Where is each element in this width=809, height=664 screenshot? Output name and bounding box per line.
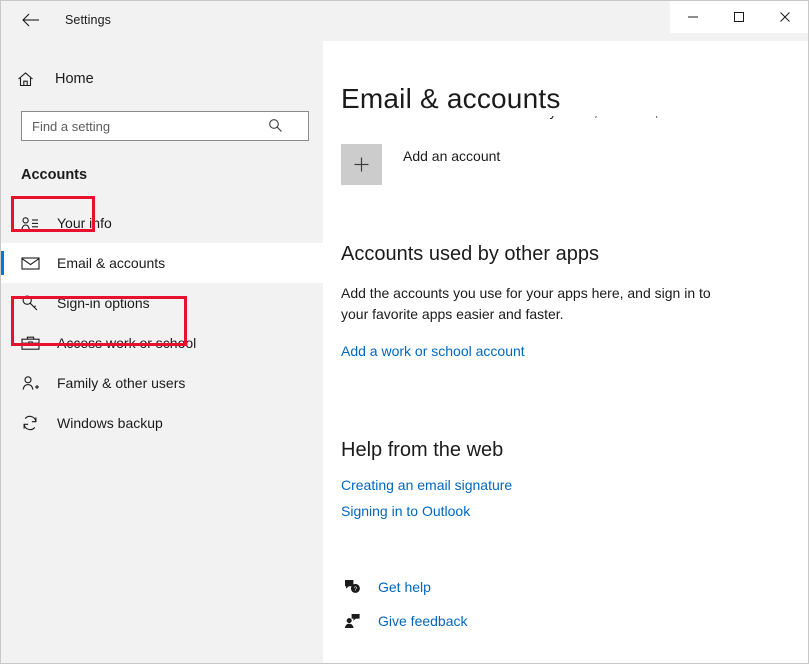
- sidebar: Home Accounts: [1, 41, 323, 663]
- give-feedback-link[interactable]: Give feedback: [378, 613, 468, 629]
- page-title: Email & accounts: [341, 82, 808, 116]
- settings-window: Settings: [0, 0, 809, 664]
- sidebar-item-label: Your info: [57, 215, 112, 231]
- question-bubble-icon: ?: [341, 579, 363, 595]
- plus-icon: [341, 144, 382, 185]
- sidebar-item-sign-in-options[interactable]: Sign-in options: [1, 283, 323, 323]
- sidebar-item-label: Windows backup: [57, 415, 163, 431]
- help-link-signing-in-outlook[interactable]: Signing in to Outlook: [341, 503, 808, 519]
- main-content: Email & accounts Accounts used by email,…: [323, 41, 808, 663]
- accounts-used-section: Accounts used by other apps Add the acco…: [341, 241, 808, 361]
- help-section-heading: Help from the web: [341, 437, 808, 463]
- help-from-web-section: Help from the web Creating an email sign…: [341, 437, 808, 519]
- sidebar-home-label: Home: [55, 71, 94, 87]
- footer-links: ? Get help Give feedback: [341, 574, 808, 634]
- window-body: Home Accounts: [1, 41, 808, 663]
- accounts-section-body: Add the accounts you use for your apps h…: [341, 283, 716, 325]
- sidebar-item-access-work-or-school[interactable]: Access work or school: [1, 323, 323, 363]
- maximize-icon[interactable]: [716, 1, 762, 33]
- search-container: [21, 111, 307, 141]
- clipped-subtitle: Accounts used by email, calendar, and co…: [446, 116, 742, 119]
- svg-text:?: ?: [353, 586, 357, 593]
- title-bar-left: Settings: [1, 1, 111, 39]
- back-arrow-icon[interactable]: [15, 5, 45, 35]
- give-feedback-row[interactable]: Give feedback: [341, 608, 808, 634]
- window-title: Settings: [65, 13, 111, 27]
- get-help-row[interactable]: ? Get help: [341, 574, 808, 600]
- sidebar-item-home[interactable]: Home: [1, 63, 323, 95]
- sidebar-nav-list: Your info Email & accounts: [1, 203, 323, 443]
- sidebar-group-title: Accounts: [1, 165, 323, 185]
- add-work-school-account-link[interactable]: Add a work or school account: [341, 343, 525, 359]
- key-icon: [21, 294, 43, 312]
- sidebar-item-your-info[interactable]: Your info: [1, 203, 323, 243]
- sidebar-item-label: Access work or school: [57, 335, 196, 351]
- add-account-label: Add an account: [403, 148, 500, 164]
- clipped-subtitle-row: Accounts used by email, calendar, and co…: [341, 116, 808, 134]
- feedback-person-icon: [341, 613, 363, 629]
- get-help-link[interactable]: Get help: [378, 579, 431, 595]
- title-bar: Settings: [1, 1, 808, 41]
- help-links-list: Creating an email signature Signing in t…: [341, 477, 808, 519]
- home-icon: [17, 71, 43, 88]
- sidebar-item-family-other-users[interactable]: Family & other users: [1, 363, 323, 403]
- sidebar-item-email-accounts[interactable]: Email & accounts: [1, 243, 323, 283]
- sidebar-item-label: Family & other users: [57, 375, 185, 391]
- sync-refresh-icon: [21, 414, 43, 432]
- accounts-section-heading: Accounts used by other apps: [341, 241, 808, 267]
- selection-accent-bar: [1, 251, 4, 275]
- sidebar-item-windows-backup[interactable]: Windows backup: [1, 403, 323, 443]
- sidebar-item-label: Email & accounts: [57, 255, 165, 271]
- window-controls: [670, 1, 808, 33]
- envelope-icon: [21, 256, 43, 270]
- add-account-button[interactable]: Add an account: [341, 144, 808, 185]
- minimize-icon[interactable]: [670, 1, 716, 33]
- close-icon[interactable]: [762, 1, 808, 33]
- person-plus-icon: [21, 375, 43, 392]
- person-card-icon: [21, 216, 43, 231]
- sidebar-item-label: Sign-in options: [57, 295, 150, 311]
- help-link-email-signature[interactable]: Creating an email signature: [341, 477, 808, 493]
- search-input[interactable]: [21, 111, 309, 141]
- briefcase-icon: [21, 335, 43, 351]
